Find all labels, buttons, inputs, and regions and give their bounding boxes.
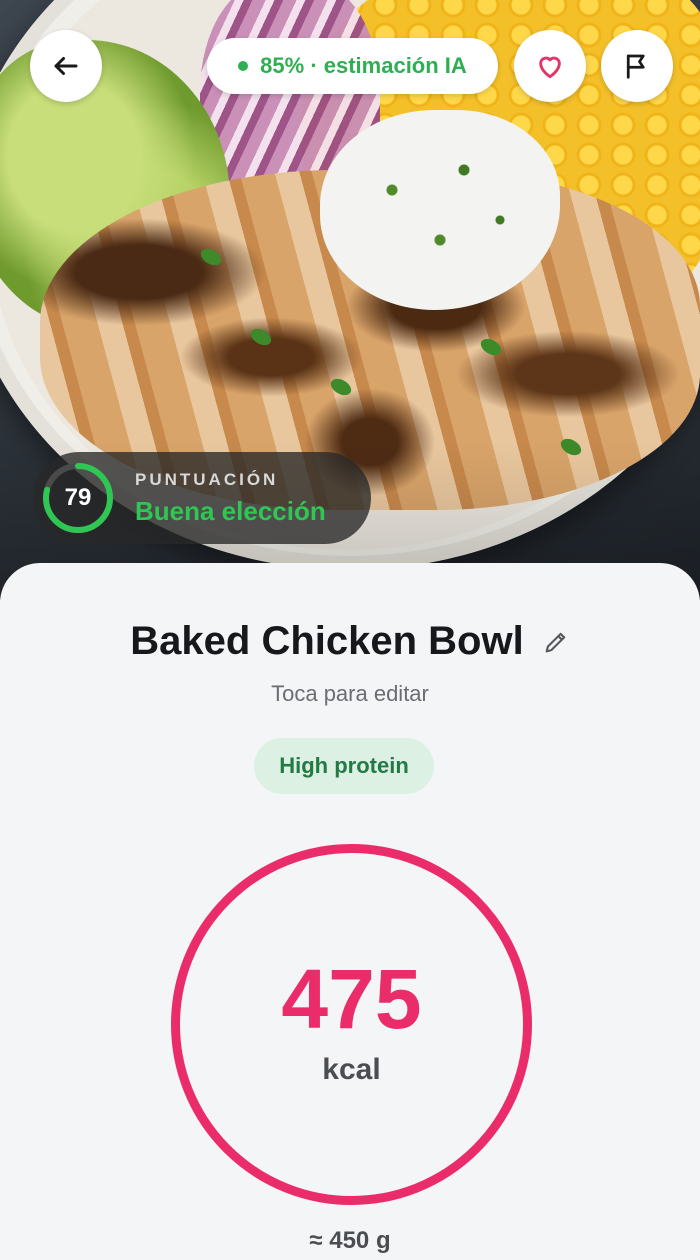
edit-hint[interactable]: Toca para editar: [0, 681, 700, 707]
ai-estimate-text: 85% · estimación IA: [260, 53, 467, 78]
pencil-icon[interactable]: [542, 628, 570, 656]
ai-estimate-badge: 85% · estimación IA: [207, 38, 498, 94]
diet-tag: High protein: [254, 738, 434, 794]
score-verdict: Buena elección: [135, 495, 326, 526]
score-ring: 79: [41, 461, 115, 535]
calorie-unit: kcal: [322, 1052, 381, 1086]
arrow-left-icon: [54, 57, 78, 75]
meal-detail-sheet: Baked Chicken Bowl Toca para editar High…: [0, 563, 700, 1260]
calorie-value: 475: [281, 951, 422, 1046]
heart-icon: [539, 56, 561, 79]
score-value: 79: [64, 484, 92, 511]
calorie-display: 475 kcal: [168, 841, 535, 1208]
meal-title[interactable]: Baked Chicken Bowl: [130, 619, 523, 664]
score-label: PUNTUACIÓN: [135, 469, 279, 489]
score-badge: 79 PUNTUACIÓN Buena elección: [33, 452, 371, 544]
favorite-button[interactable]: [514, 30, 586, 102]
flag-icon: [626, 54, 645, 79]
portion-weight: ≈ 450 g: [309, 1227, 391, 1254]
status-dot: [238, 61, 249, 71]
report-button[interactable]: [601, 30, 673, 102]
back-button[interactable]: [30, 30, 102, 102]
